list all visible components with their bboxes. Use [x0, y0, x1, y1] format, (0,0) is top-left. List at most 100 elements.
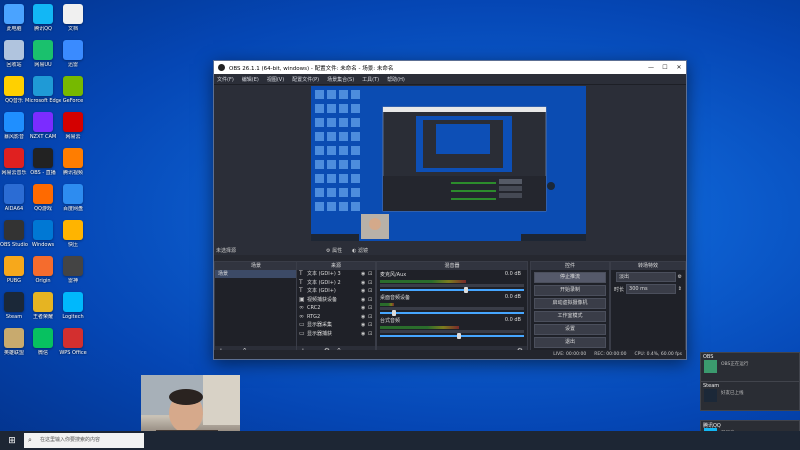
channel-db: 0.0 dB: [504, 271, 521, 277]
source-item[interactable]: T 文本 (GDI+) ◉ ⊡: [297, 287, 375, 296]
desktop-icon[interactable]: 快压: [55, 220, 91, 248]
desktop-icon[interactable]: WPS Office: [55, 328, 91, 356]
desktop-icon[interactable]: 迅雷: [55, 40, 91, 68]
app-icon: [33, 220, 53, 240]
menu-profile[interactable]: 配置文件(P): [292, 76, 319, 83]
volume-knob[interactable]: [457, 333, 462, 339]
channel-db: 0.0 dB: [504, 317, 521, 323]
notification-1[interactable]: OBS OBS正在运行: [700, 352, 800, 382]
desktop-icon-label: 文档: [67, 26, 78, 32]
mixer-channel: 麦克风/Aux 0.0 dB: [377, 270, 527, 293]
lock-icon[interactable]: ⊡: [368, 287, 375, 295]
source-item[interactable]: ▭ 显示器捕获 ◉ ⊡: [297, 330, 375, 339]
obs-preview[interactable]: [311, 86, 586, 241]
properties-button[interactable]: ⚙ 属性: [326, 247, 342, 254]
lock-icon[interactable]: ⊡: [368, 279, 375, 287]
duration-input[interactable]: 300 ms: [626, 284, 676, 294]
source-item[interactable]: T 文本 (GDI+) 2 ◉ ⊡: [297, 279, 375, 288]
transitions-dock-title: 转场特效: [611, 262, 685, 270]
desktop-icon[interactable]: 文档: [55, 4, 91, 32]
cpu-status: CPU: 0.4%, 60.00 fps: [634, 352, 683, 357]
lock-icon[interactable]: ⊡: [368, 270, 375, 278]
control-button[interactable]: 停止推流: [534, 272, 606, 283]
mixer-channel: 桌面音频设备 0.0 dB: [377, 293, 527, 316]
app-icon: [63, 148, 83, 168]
channel-name: 台式音频: [380, 318, 401, 324]
desktop-icon[interactable]: 百度网盘: [55, 184, 91, 212]
controls-buttons: 停止推流开始录制启动虚拟摄像机 工作室模式设置退出: [531, 272, 609, 348]
menu-help[interactable]: 帮助(H): [387, 76, 405, 83]
desktop-icon[interactable]: GeForce: [55, 76, 91, 104]
source-item[interactable]: ∞ CRC2 ◉ ⊡: [297, 304, 375, 313]
channel-db: 0.0 dB: [504, 294, 521, 300]
sources-dock: 来源 T 文本 (GDI+) 3 ◉ ⊡ T 文本 (GDI+) 2 ◉ ⊡ T 文本 (GD…: [296, 261, 376, 357]
volume-slider[interactable]: [380, 333, 524, 339]
source-item[interactable]: T 文本 (GDI+) 3 ◉ ⊡: [297, 270, 375, 279]
taskbar: ⊞ ⌕ 在这里输入你要搜索的内容: [0, 431, 800, 450]
control-button[interactable]: 启动虚拟摄像机: [534, 298, 606, 309]
menu-scene-collection[interactable]: 场景集合(S): [327, 76, 354, 83]
lock-icon[interactable]: ⊡: [368, 296, 375, 304]
transitions-dock: 转场特效 淡出 ⚙ 时长 300 ms ⇕: [610, 261, 686, 357]
lock-icon[interactable]: ⊡: [368, 304, 375, 312]
visibility-eye-icon[interactable]: ◉: [361, 296, 368, 304]
spin-arrows-icon[interactable]: ⇕: [678, 286, 682, 292]
minimize-button[interactable]: —: [644, 64, 658, 71]
obs-logo-icon: [218, 64, 225, 71]
search-input[interactable]: ⌕ 在这里输入你要搜索的内容: [24, 433, 144, 448]
visibility-eye-icon[interactable]: ◉: [361, 321, 368, 329]
gear-icon[interactable]: ⚙: [678, 274, 682, 280]
visibility-eye-icon[interactable]: ◉: [361, 287, 368, 295]
controls-dock: 控件 停止推流开始录制启动虚拟摄像机 工作室模式设置退出: [530, 261, 610, 357]
volume-slider[interactable]: [380, 287, 524, 293]
app-icon: [33, 4, 53, 24]
obs-titlebar[interactable]: OBS 26.1.1 (64-bit, windows) - 配置文件: 未命名…: [214, 61, 686, 74]
app-icon: [33, 256, 53, 276]
transition-type-select[interactable]: 淡出: [616, 272, 676, 282]
filters-button[interactable]: ◐ 滤镜: [352, 247, 368, 254]
notification-thumbnail: [704, 360, 717, 373]
level-meter-secondary: [380, 307, 524, 310]
desktop-icon[interactable]: Logitech: [55, 292, 91, 320]
visibility-eye-icon[interactable]: ◉: [361, 330, 368, 338]
close-button[interactable]: ✕: [672, 64, 686, 71]
desktop-icon[interactable]: 腾讯视频: [55, 148, 91, 176]
app-icon: [33, 184, 53, 204]
source-item[interactable]: ▭ 显示器采集 ◉ ⊡: [297, 321, 375, 330]
visibility-eye-icon[interactable]: ◉: [361, 304, 368, 312]
lock-icon[interactable]: ⊡: [368, 313, 375, 321]
start-button[interactable]: ⊞: [0, 436, 24, 446]
app-icon: [33, 76, 53, 96]
lock-icon[interactable]: ⊡: [368, 330, 375, 338]
desktop-icon-label: GeForce: [62, 98, 84, 104]
controls-dock-title: 控件: [531, 262, 609, 270]
link-source-icon: ∞: [299, 304, 304, 312]
desktop-icon[interactable]: 网易云: [55, 112, 91, 140]
notification-2[interactable]: Steam 好友已上线: [700, 381, 800, 411]
control-button[interactable]: 工作室模式: [534, 311, 606, 322]
control-button[interactable]: 开始录制: [534, 285, 606, 296]
source-item[interactable]: ∞ RTG2 ◉ ⊡: [297, 313, 375, 322]
app-icon: [4, 4, 24, 24]
desktop-icon[interactable]: 雷神: [55, 256, 91, 284]
menu-view[interactable]: 视图(V): [267, 76, 284, 83]
control-button[interactable]: 退出: [534, 337, 606, 348]
menu-file[interactable]: 文件(F): [217, 76, 234, 83]
lock-icon[interactable]: ⊡: [368, 321, 375, 329]
scene-item[interactable]: 场景: [215, 270, 297, 278]
volume-slider[interactable]: [380, 310, 524, 316]
transition-duration-row: 时长 300 ms ⇕: [614, 284, 682, 294]
visibility-eye-icon[interactable]: ◉: [361, 270, 368, 278]
channel-name: 麦克风/Aux: [380, 272, 407, 278]
control-button[interactable]: 设置: [534, 324, 606, 335]
level-meter: [380, 303, 395, 306]
app-icon: [63, 328, 83, 348]
visibility-eye-icon[interactable]: ◉: [361, 279, 368, 287]
visibility-eye-icon[interactable]: ◉: [361, 313, 368, 321]
source-item[interactable]: ▣ 视频捕获设备 ◉ ⊡: [297, 296, 375, 305]
menu-tools[interactable]: 工具(T): [362, 76, 379, 83]
monitor-source-icon: ▭: [299, 321, 305, 329]
menu-edit[interactable]: 编辑(E): [242, 76, 259, 83]
obs-window[interactable]: OBS 26.1.1 (64-bit, windows) - 配置文件: 未命名…: [213, 60, 687, 360]
maximize-button[interactable]: ☐: [658, 64, 672, 71]
